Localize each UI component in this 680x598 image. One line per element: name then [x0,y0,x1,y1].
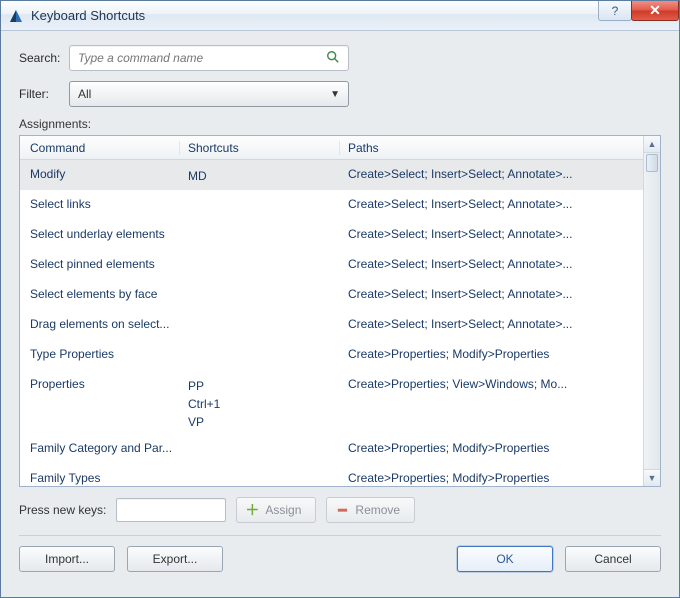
ok-button-label: OK [496,552,513,566]
scroll-down-button[interactable]: ▼ [644,469,660,486]
filter-dropdown[interactable]: All ▼ [69,81,349,107]
cell-command: Select elements by face [20,287,180,301]
window-title: Keyboard Shortcuts [31,8,599,23]
table-row[interactable]: Family Category and Par... Create>Propert… [20,434,660,464]
search-row: Search: [19,45,661,71]
cell-path: Create>Select; Insert>Select; Annotate>.… [340,257,660,271]
table-row[interactable]: Type Properties Create>Properties; Modify… [20,340,660,370]
cell-path: Create>Select; Insert>Select; Annotate>.… [340,287,660,301]
cell-command: Select pinned elements [20,257,180,271]
press-keys-label: Press new keys: [19,503,106,517]
vertical-scrollbar[interactable]: ▲ ▼ [643,136,660,486]
cancel-button[interactable]: Cancel [565,546,661,572]
cell-path: Create>Properties; Modify>Properties [340,347,660,361]
filter-value: All [78,87,91,101]
cell-command: Modify [20,167,180,181]
cell-command: Type Properties [20,347,180,361]
table-row[interactable]: Family Types Create>Properties; Modify>Pr… [20,464,660,494]
cell-path: Create>Select; Insert>Select; Annotate>.… [340,197,660,211]
help-icon: ? [612,4,619,18]
column-header-paths[interactable]: Paths [340,141,660,155]
cell-command: Family Category and Par... [20,441,180,455]
search-label: Search: [19,51,69,65]
spacer [235,546,445,572]
dialog-content: Search: Filter: All ▼ Assignments: Comma… [1,31,679,584]
titlebar: Keyboard Shortcuts ? ✕ [1,1,679,31]
column-header-shortcuts[interactable]: Shortcuts [180,141,340,155]
shortcut-value: VP [188,413,340,431]
filter-label: Filter: [19,87,69,101]
import-button-label: Import... [45,552,89,566]
shortcut-value: PP [188,377,340,395]
cell-shortcuts: MD [180,167,340,185]
minus-icon: ━ [335,503,349,517]
search-box[interactable] [69,45,349,71]
scroll-up-button[interactable]: ▲ [644,136,660,153]
cell-shortcuts: PPCtrl+1VP [180,377,340,431]
table-row[interactable]: Select underlay elements Create>Select; I… [20,220,660,250]
app-icon [7,7,25,25]
table-row[interactable]: Select links Create>Select; Insert>Select… [20,190,660,220]
table-row[interactable]: Drag elements on select... Create>Select;… [20,310,660,340]
export-button-label: Export... [153,552,198,566]
table-body: ModifyMDCreate>Select; Insert>Select; An… [20,160,660,494]
ok-button[interactable]: OK [457,546,553,572]
remove-button-label: Remove [355,503,400,517]
cell-path: Create>Select; Insert>Select; Annotate>.… [340,227,660,241]
table-row[interactable]: PropertiesPPCtrl+1VPCreate>Properties; V… [20,370,660,434]
new-keys-input[interactable] [116,498,226,522]
column-header-command[interactable]: Command [20,141,180,155]
press-keys-row: Press new keys: ＋ Assign ━ Remove [19,497,661,523]
cell-command: Properties [20,377,180,391]
scroll-thumb[interactable] [646,154,658,172]
cell-path: Create>Properties; View>Windows; Mo... [340,377,660,391]
close-button[interactable]: ✕ [631,1,679,21]
cell-command: Select links [20,197,180,211]
cancel-button-label: Cancel [594,552,631,566]
cell-path: Create>Select; Insert>Select; Annotate>.… [340,317,660,331]
remove-button[interactable]: ━ Remove [326,497,415,523]
cell-path: Create>Select; Insert>Select; Annotate>.… [340,167,660,181]
shortcut-value: Ctrl+1 [188,395,340,413]
assignments-table: Command Shortcuts Paths ModifyMDCreate>S… [19,135,661,487]
table-row[interactable]: Select pinned elements Create>Select; Ins… [20,250,660,280]
cell-command: Family Types [20,471,180,485]
search-icon [326,50,340,67]
import-button[interactable]: Import... [19,546,115,572]
cell-command: Select underlay elements [20,227,180,241]
cell-path: Create>Properties; Modify>Properties [340,471,660,485]
table-row[interactable]: Modify MDCreate>Select; Insert>Select; An… [20,160,660,190]
assign-button-label: Assign [265,503,301,517]
filter-row: Filter: All ▼ [19,81,661,107]
window-buttons: ? ✕ [599,1,679,30]
cell-command: Drag elements on select... [20,317,180,331]
cell-path: Create>Properties; Modify>Properties [340,441,660,455]
close-icon: ✕ [649,2,661,19]
footer-buttons: Import... Export... OK Cancel [19,546,661,572]
chevron-down-icon: ▼ [330,89,340,100]
assign-button[interactable]: ＋ Assign [236,497,316,523]
divider [19,535,661,536]
table-row[interactable]: Select elements by face Create>Select; In… [20,280,660,310]
export-button[interactable]: Export... [127,546,223,572]
assignments-label: Assignments: [19,117,661,131]
plus-icon: ＋ [245,503,259,517]
search-input[interactable] [78,51,326,65]
help-button[interactable]: ? [598,1,632,21]
table-header: Command Shortcuts Paths [20,136,660,160]
shortcut-value: MD [188,167,340,185]
